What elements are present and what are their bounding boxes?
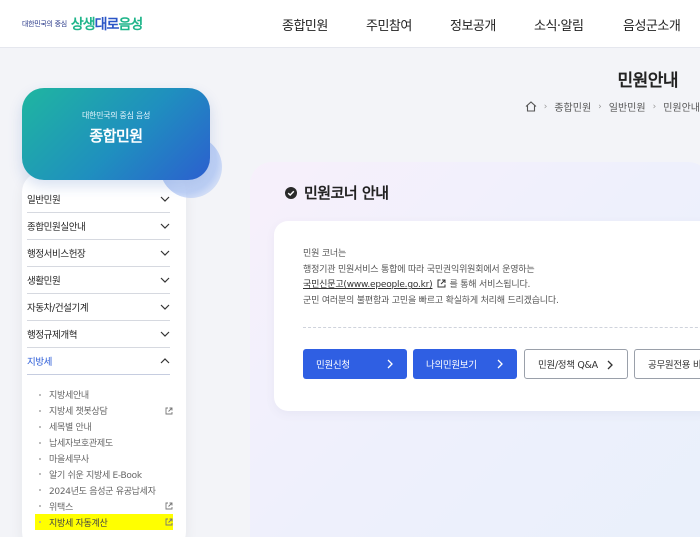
- nav-civil-service[interactable]: 종합민원: [282, 15, 328, 34]
- apply-button[interactable]: 민원신청: [303, 349, 407, 379]
- submenu-item[interactable]: 마을세무사: [35, 451, 173, 467]
- submenu-item[interactable]: 알기 쉬운 지방세 E-Book: [35, 466, 173, 482]
- check-circle-icon: [285, 186, 297, 199]
- chevron-right-icon: ›: [598, 101, 602, 112]
- breadcrumb-item: 민원안내: [663, 103, 700, 114]
- nav-participation[interactable]: 주민참여: [366, 15, 412, 34]
- sidebar-menu: 일반민원 종합민원실안내 행정서비스헌장 생활민원 자동차/건설기계 행정규제개…: [27, 186, 170, 375]
- chevron-down-icon: [160, 277, 170, 283]
- site-header: 대한민국의 중심 상생대로음성 종합민원 주민참여 정보공개 소식·알림 음성군…: [0, 0, 700, 48]
- chevron-down-icon: [160, 331, 170, 337]
- site-logo[interactable]: 대한민국의 중심 상생대로음성: [22, 12, 143, 36]
- section-heading: 민원코너 안내: [285, 182, 389, 203]
- chevron-down-icon: [160, 196, 170, 202]
- submenu-item[interactable]: 지방세안내: [35, 387, 173, 403]
- chevron-up-icon: [160, 358, 170, 364]
- chevron-right-icon: [497, 359, 503, 369]
- intro-text: 민원 코너는 행정기관 민원서비스 통합에 따라 국민권익위원회에서 운영하는 …: [303, 249, 559, 306]
- breadcrumb-item[interactable]: 종합민원: [554, 99, 591, 114]
- sidebar-item-vehicle[interactable]: 자동차/건설기계: [27, 294, 170, 321]
- divider: [303, 327, 700, 328]
- sidebar-item-office-info[interactable]: 종합민원실안내: [27, 213, 170, 240]
- submenu-item[interactable]: 납세자보호관제도: [35, 435, 173, 451]
- external-link-icon: [165, 407, 173, 415]
- logo-tagline: 대한민국의 중심: [22, 20, 67, 28]
- chevron-down-icon: [160, 223, 170, 229]
- chevron-right-icon: [387, 359, 393, 369]
- epeople-link[interactable]: 국민신문고(www.epeople.go.kr): [303, 280, 433, 290]
- chevron-down-icon: [160, 304, 170, 310]
- submenu-item-highlighted[interactable]: 지방세 자동계산: [35, 514, 173, 531]
- nav-about[interactable]: 음성군소개: [623, 15, 681, 34]
- staff-only-button[interactable]: 공무원전용 비: [634, 349, 700, 379]
- nav-news[interactable]: 소식·알림: [534, 15, 584, 34]
- chevron-down-icon: [160, 250, 170, 256]
- page-title: 민원안내: [617, 71, 678, 91]
- chevron-right-icon: ›: [543, 101, 548, 112]
- sidebar-submenu: 지방세안내 지방세 챗봇상담 세목별 안내 납세자보호관제도 마을세무사 알기 …: [35, 387, 173, 531]
- home-icon[interactable]: [525, 101, 537, 112]
- sidebar-item-living[interactable]: 생활민원: [27, 267, 170, 294]
- chevron-right-icon: [607, 360, 613, 370]
- nav-information[interactable]: 정보공개: [450, 15, 496, 34]
- qa-button[interactable]: 민원/정책 Q&A: [524, 349, 628, 379]
- external-link-icon[interactable]: [437, 279, 446, 288]
- sidebar-item-regulation[interactable]: 행정규제개혁: [27, 321, 170, 348]
- submenu-item[interactable]: 2024년도 음성군 유공납세자: [35, 482, 173, 498]
- submenu-item[interactable]: 지방세 챗봇상담: [35, 403, 173, 419]
- section-badge: 대한민국의 중심 음성 종합민원: [22, 88, 210, 180]
- sidebar-item-local-tax[interactable]: 지방세: [27, 348, 170, 375]
- content-card: 민원 코너는 행정기관 민원서비스 통합에 따라 국민권익위원회에서 운영하는 …: [274, 221, 700, 411]
- external-link-icon: [165, 502, 173, 510]
- submenu-item[interactable]: 세목별 안내: [35, 419, 173, 435]
- logo-wordmark: 상생대로음성: [70, 17, 143, 33]
- breadcrumb: › 종합민원 › 일반민원 › 민원안내: [525, 99, 700, 114]
- badge-subtitle: 대한민국의 중심 음성: [81, 111, 151, 120]
- sidebar-item-general[interactable]: 일반민원: [27, 186, 170, 213]
- my-complaints-button[interactable]: 나의민원보기: [413, 349, 517, 379]
- submenu-item[interactable]: 위택스: [35, 498, 173, 514]
- sidebar-item-charter[interactable]: 행정서비스헌장: [27, 240, 170, 267]
- chevron-right-icon: ›: [652, 101, 657, 112]
- external-link-icon: [165, 518, 173, 526]
- badge-title: 종합민원: [89, 127, 143, 145]
- breadcrumb-item[interactable]: 일반민원: [609, 99, 646, 114]
